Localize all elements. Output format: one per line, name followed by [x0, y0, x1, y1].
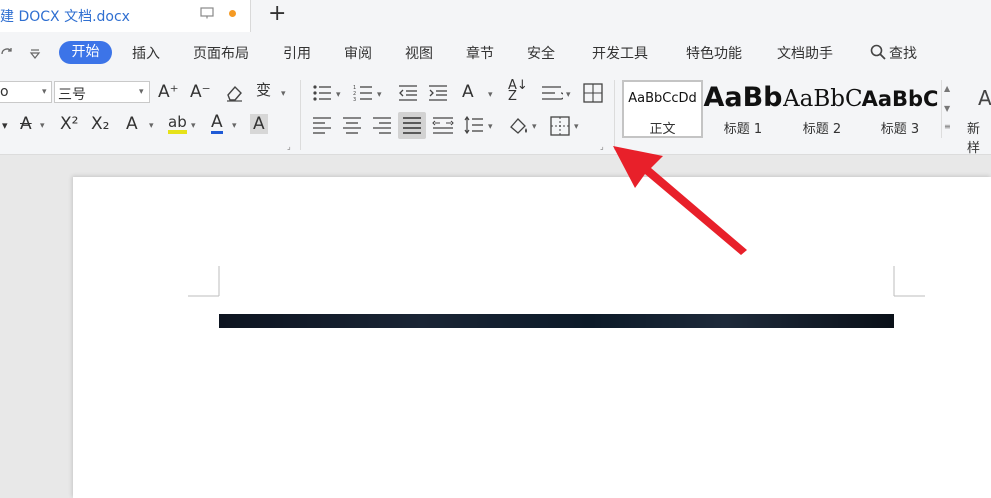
menu-review[interactable]: 审阅	[344, 43, 372, 63]
menu-start[interactable]: 开始	[59, 41, 112, 64]
style-heading-1[interactable]: AaBb 标题 1	[703, 80, 783, 138]
justify-icon	[403, 117, 421, 134]
style-normal[interactable]: AaBbCcDd 正文	[622, 80, 703, 138]
menu-references[interactable]: 引用	[283, 43, 311, 63]
numbering-dropdown-icon[interactable]: ▾	[377, 90, 382, 100]
font-color-icon[interactable]: A	[211, 114, 223, 134]
scroll-up-icon[interactable]: ▲	[944, 84, 950, 93]
menu-developer[interactable]: 开发工具	[592, 43, 648, 63]
line-spacing-dropdown-icon[interactable]: ▾	[488, 122, 493, 132]
align-center-icon[interactable]	[342, 116, 362, 134]
menu-view[interactable]: 视图	[405, 43, 433, 63]
grow-font-icon[interactable]: A⁺	[158, 82, 179, 102]
show-hide-marks-icon[interactable]	[541, 84, 563, 102]
strikethrough-icon[interactable]: A	[20, 114, 32, 134]
font-size-dropdown-icon[interactable]: ▾	[139, 87, 144, 97]
scroll-down-icon[interactable]: ▼	[944, 104, 950, 113]
phonetic-dropdown-icon[interactable]: ▾	[281, 89, 286, 99]
separator	[300, 80, 301, 150]
font-size-field[interactable]: 三号 ▾	[54, 81, 150, 103]
menu-features[interactable]: 特色功能	[686, 43, 742, 63]
document-tab-title: 建 DOCX 文档.docx	[0, 9, 130, 25]
crop-mark-top-left	[188, 266, 220, 297]
borders-dropdown-icon[interactable]: ▾	[574, 122, 579, 132]
menu-section[interactable]: 章节	[466, 43, 494, 63]
borders-icon[interactable]	[550, 116, 570, 136]
line-spacing-icon[interactable]	[464, 116, 484, 134]
text-direction-dropdown-icon[interactable]: ▾	[488, 90, 493, 100]
expand-gallery-icon[interactable]: ≡	[944, 122, 951, 131]
strikethrough-dropdown-icon[interactable]: ▾	[40, 121, 45, 131]
menu-insert[interactable]: 插入	[132, 43, 160, 63]
document-page[interactable]	[73, 177, 991, 498]
font-dialog-launcher-icon[interactable]: ⌟	[287, 142, 291, 151]
document-tab[interactable]: 建 DOCX 文档.docx	[0, 0, 251, 32]
marks-dropdown-icon[interactable]: ▾	[566, 90, 571, 100]
style-heading-3[interactable]: AaBbC 标题 3	[861, 80, 939, 138]
font-name-field[interactable]: o ▾	[0, 81, 52, 103]
search-icon[interactable]	[870, 44, 886, 60]
dropdown-icon[interactable]: ▾	[2, 116, 8, 136]
tab-bar: 建 DOCX 文档.docx +	[0, 0, 991, 32]
shading-dropdown-icon[interactable]: ▾	[532, 122, 537, 132]
font-color-dropdown-icon[interactable]: ▾	[232, 121, 237, 131]
text-effect-dropdown-icon[interactable]: ▾	[149, 121, 154, 131]
justify-button[interactable]	[398, 112, 426, 139]
menu-page-layout[interactable]: 页面布局	[193, 43, 249, 63]
style-gallery-scroller[interactable]: ▲ ▼ ≡	[941, 80, 955, 138]
superscript-icon[interactable]: X²	[60, 114, 78, 134]
text-effect-icon[interactable]: A	[126, 114, 138, 134]
bullet-list-icon[interactable]	[312, 84, 332, 102]
shrink-font-icon[interactable]: A⁻	[190, 82, 211, 102]
char-shading-icon[interactable]: A	[250, 114, 268, 134]
customize-dropdown-icon[interactable]	[29, 48, 41, 60]
redo-icon[interactable]	[0, 46, 14, 60]
numbered-list-icon[interactable]: 123	[353, 84, 373, 102]
decrease-indent-icon[interactable]	[398, 84, 418, 102]
style-heading-2[interactable]: AaBbC 标题 2	[783, 80, 861, 138]
monitor-icon[interactable]	[200, 7, 214, 19]
new-style-button[interactable]: A 新样	[962, 80, 991, 156]
shading-icon[interactable]	[508, 116, 530, 136]
bullet-dropdown-icon[interactable]: ▾	[336, 90, 341, 100]
annotation-arrow	[613, 146, 747, 255]
menu-bar: 开始 插入 页面布局 引用 审阅 视图 章节 安全 开发工具 特色功能 文档助手…	[0, 32, 991, 72]
crop-mark-top-right	[893, 266, 925, 297]
menu-search[interactable]: 查找	[889, 43, 917, 63]
distributed-align-icon[interactable]	[432, 116, 454, 134]
clear-format-icon[interactable]	[224, 84, 244, 102]
increase-indent-icon[interactable]	[428, 84, 448, 102]
sort-icon[interactable]: A↓ Z	[508, 79, 528, 103]
svg-text:3: 3	[353, 97, 356, 102]
menu-doc-assistant[interactable]: 文档助手	[777, 43, 833, 63]
table-grid-icon[interactable]	[583, 83, 603, 103]
menu-security[interactable]: 安全	[527, 43, 555, 63]
phonetic-guide-icon[interactable]: 变	[256, 80, 271, 100]
text-direction-icon[interactable]: A	[462, 82, 474, 102]
align-left-icon[interactable]	[312, 116, 332, 134]
highlight-icon[interactable]: ab	[168, 114, 187, 134]
align-right-icon[interactable]	[372, 116, 392, 134]
inserted-image[interactable]	[219, 314, 894, 328]
font-name-dropdown-icon[interactable]: ▾	[42, 87, 47, 97]
highlight-dropdown-icon[interactable]: ▾	[191, 121, 196, 131]
unsaved-dot-icon	[229, 10, 236, 17]
subscript-icon[interactable]: X₂	[91, 114, 109, 134]
paragraph-dialog-launcher-icon[interactable]: ⌟	[600, 142, 604, 151]
new-tab-button[interactable]: +	[268, 0, 286, 28]
